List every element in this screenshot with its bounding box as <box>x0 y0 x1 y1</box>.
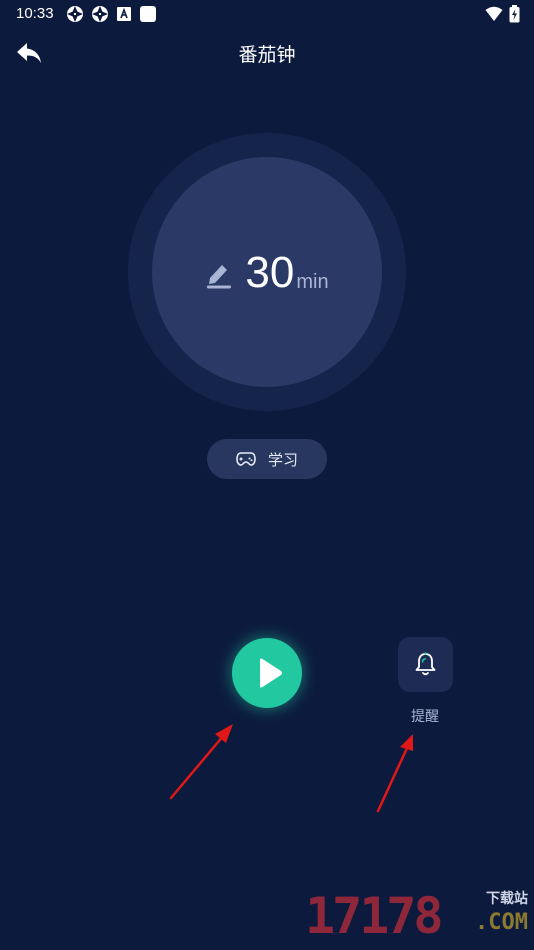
red-arrow-icon <box>169 724 233 800</box>
play-icon <box>260 658 282 688</box>
play-button[interactable] <box>232 638 302 708</box>
reminder-button[interactable] <box>398 637 453 692</box>
watermark-right: 下载站 .COM <box>475 888 528 935</box>
category-label: 学习 <box>267 450 298 469</box>
watermark-digits: 17178 <box>305 887 444 945</box>
aperture-icon <box>92 6 108 22</box>
page-title: 番茄钟 <box>238 44 296 66</box>
watermark-domain: .COM <box>475 910 528 935</box>
aperture-icon <box>67 6 83 22</box>
battery-charging-icon <box>509 5 520 23</box>
bell-icon <box>415 652 436 676</box>
pomodoro-screen: 10:33 番茄钟 30 min 学习 提醒 17178 下载站 .COM <box>0 0 534 950</box>
font-a-icon <box>117 7 131 21</box>
header: 番茄钟 <box>0 30 534 76</box>
white-square-icon <box>140 6 156 22</box>
gamepad-icon <box>236 452 256 466</box>
timer-dial[interactable]: 30 min <box>152 157 382 387</box>
watermark-site-text: 下载站 <box>486 891 528 907</box>
system-icons <box>485 5 520 23</box>
wifi-icon <box>485 6 503 21</box>
timer-value: 30 <box>245 248 295 297</box>
category-selector[interactable]: 学习 <box>207 439 327 479</box>
timer-unit: min <box>296 271 329 293</box>
status-bar: 10:33 <box>0 0 534 28</box>
notification-icons <box>66 5 157 23</box>
reminder-label: 提醒 <box>411 709 439 725</box>
timer-readout: 30 min <box>152 251 382 295</box>
watermark-logo: 17178 下载站 .COM <box>305 888 530 948</box>
red-arrow-icon <box>376 734 413 813</box>
timer-ring: 30 min <box>128 133 406 411</box>
status-time: 10:33 <box>16 5 54 22</box>
pencil-icon[interactable] <box>205 259 233 289</box>
